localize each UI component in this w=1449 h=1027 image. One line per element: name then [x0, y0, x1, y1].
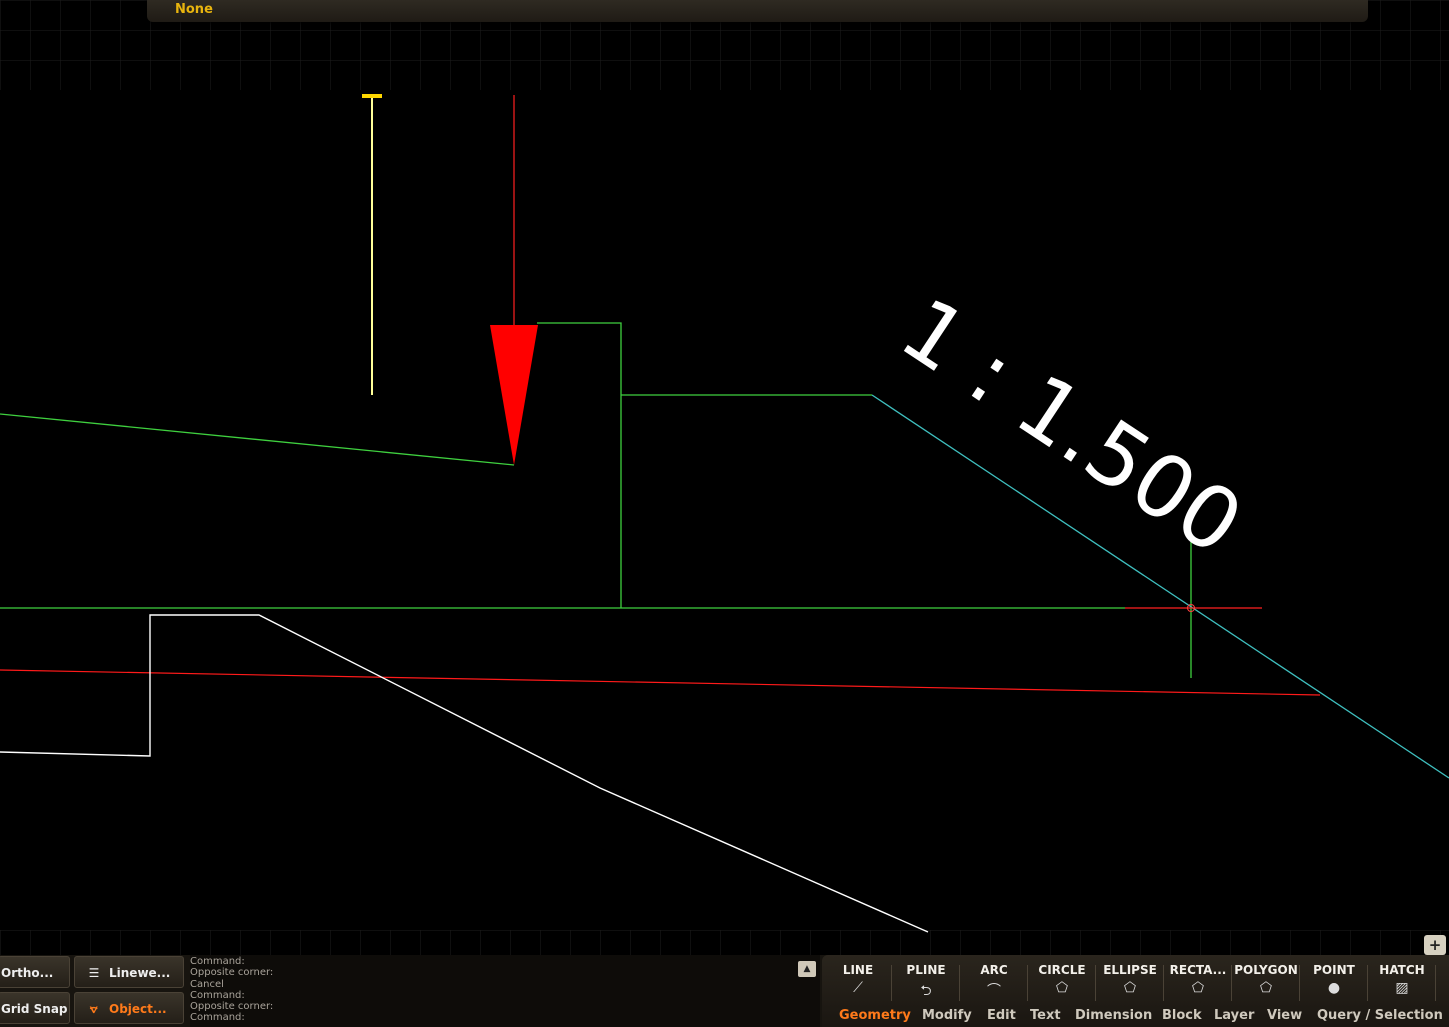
hatch-icon: ▨: [1395, 980, 1409, 996]
command-log[interactable]: Command: Opposite corner: Cancel Command: Op…: [190, 955, 820, 1027]
command-log-line: Cancel: [190, 978, 224, 990]
tool-ellipse-button[interactable]: ELLIPSE ⬠: [1096, 959, 1164, 1003]
polygon-icon: ⬠: [1259, 980, 1273, 996]
arc-icon: ⌒: [987, 983, 1001, 999]
rectangle-icon: ⬠: [1191, 980, 1205, 996]
tab-query-selection[interactable]: Query / Selection: [1317, 1005, 1443, 1027]
lineweight-button[interactable]: ☰ Linewe...: [74, 956, 184, 988]
tab-geometry[interactable]: Geometry: [839, 1005, 911, 1027]
grid-snap-label: Grid Snap: [1, 1002, 68, 1016]
command-log-line: Command:: [190, 1012, 245, 1024]
grid-area-bottom: [0, 930, 1449, 955]
tool-label: ARC: [980, 963, 1008, 977]
tool-recta-button[interactable]: RECTA... ⬠: [1164, 959, 1232, 1003]
command-log-line: Command:: [190, 956, 245, 967]
green-step-profile: [537, 322, 622, 608]
tab-text[interactable]: Text: [1030, 1005, 1061, 1027]
tool-label: PLINE: [906, 963, 946, 977]
tab-modify[interactable]: Modify: [922, 1005, 972, 1027]
tab-view[interactable]: View: [1267, 1005, 1302, 1027]
green-ground-line: [0, 413, 515, 466]
tool-circle-button[interactable]: CIRCLE ⬠: [1028, 959, 1096, 1003]
tab-dimension[interactable]: Dimension: [1075, 1005, 1152, 1027]
tool-polygon-button[interactable]: POLYGON ⬠: [1232, 959, 1300, 1003]
tab-block[interactable]: Block: [1162, 1005, 1202, 1027]
red-reference-line: [0, 669, 1321, 696]
drawing-canvas[interactable]: 1 : 1.500: [0, 0, 1449, 1027]
expand-command-log-button[interactable]: ▲: [798, 961, 816, 977]
menu-lines-icon: ☰: [88, 966, 100, 980]
tool-label: CIRCLE: [1038, 963, 1086, 977]
geometry-toolbar: LINE ⟋ PLINE ⮌ ARC ⌒ CIRCLE ⬠ ELLIPSE ⬠ RECTA... ⬠ P…: [822, 955, 1449, 1027]
grid-snap-button[interactable]: Grid Snap: [0, 992, 70, 1024]
ortho-button[interactable]: Ortho...: [0, 956, 70, 988]
tool-label: POLYGON: [1234, 963, 1298, 977]
tool-arc-button[interactable]: ARC ⌒: [960, 959, 1028, 1003]
tool-w-button[interactable]: W: [1436, 959, 1449, 1003]
object-snap-label: Object...: [109, 1002, 167, 1016]
tool-label: LINE: [842, 963, 874, 977]
line-icon: ⟋: [853, 980, 863, 996]
slope-ratio-label: 1 : 1.500: [883, 279, 1259, 575]
tool-label: POINT: [1313, 963, 1355, 977]
point-icon: ●: [1327, 980, 1341, 996]
ellipse-icon: ⬠: [1123, 980, 1137, 996]
tool-pline-button[interactable]: PLINE ⮌: [892, 959, 960, 1003]
red-arrow-marker: [490, 325, 538, 465]
polyline-icon: ⮌: [920, 983, 932, 999]
tool-point-button[interactable]: POINT ●: [1300, 959, 1368, 1003]
tool-label: HATCH: [1379, 963, 1425, 977]
tool-label: RECTA...: [1169, 963, 1227, 977]
circle-icon: ⬠: [1055, 980, 1069, 996]
ortho-label: Ortho...: [1, 966, 54, 980]
tool-hatch-button[interactable]: HATCH ▨: [1368, 959, 1436, 1003]
tool-label: ELLIPSE: [1103, 963, 1157, 977]
tool-label: W: [1436, 963, 1449, 977]
selection-bar[interactable]: None: [147, 0, 1368, 22]
object-snap-button[interactable]: ⦡ Object...: [74, 992, 184, 1024]
add-panel-button[interactable]: +: [1424, 935, 1446, 955]
white-existing-profile: [0, 614, 929, 933]
tool-line-button[interactable]: LINE ⟋: [824, 959, 892, 1003]
selection-label: None: [175, 2, 213, 17]
command-log-line: Opposite corner:: [190, 967, 274, 979]
tab-edit[interactable]: Edit: [987, 1005, 1016, 1027]
lineweight-label: Linewe...: [109, 966, 171, 980]
tab-layer[interactable]: Layer: [1214, 1005, 1254, 1027]
toolbar-tabs: Geometry Modify Edit Text Dimension Block Laye…: [822, 1005, 1449, 1027]
command-log-line: Opposite corner:: [190, 1001, 274, 1013]
command-log-line: Command:: [190, 989, 245, 1001]
object-snap-icon: ⦡: [90, 1002, 98, 1016]
